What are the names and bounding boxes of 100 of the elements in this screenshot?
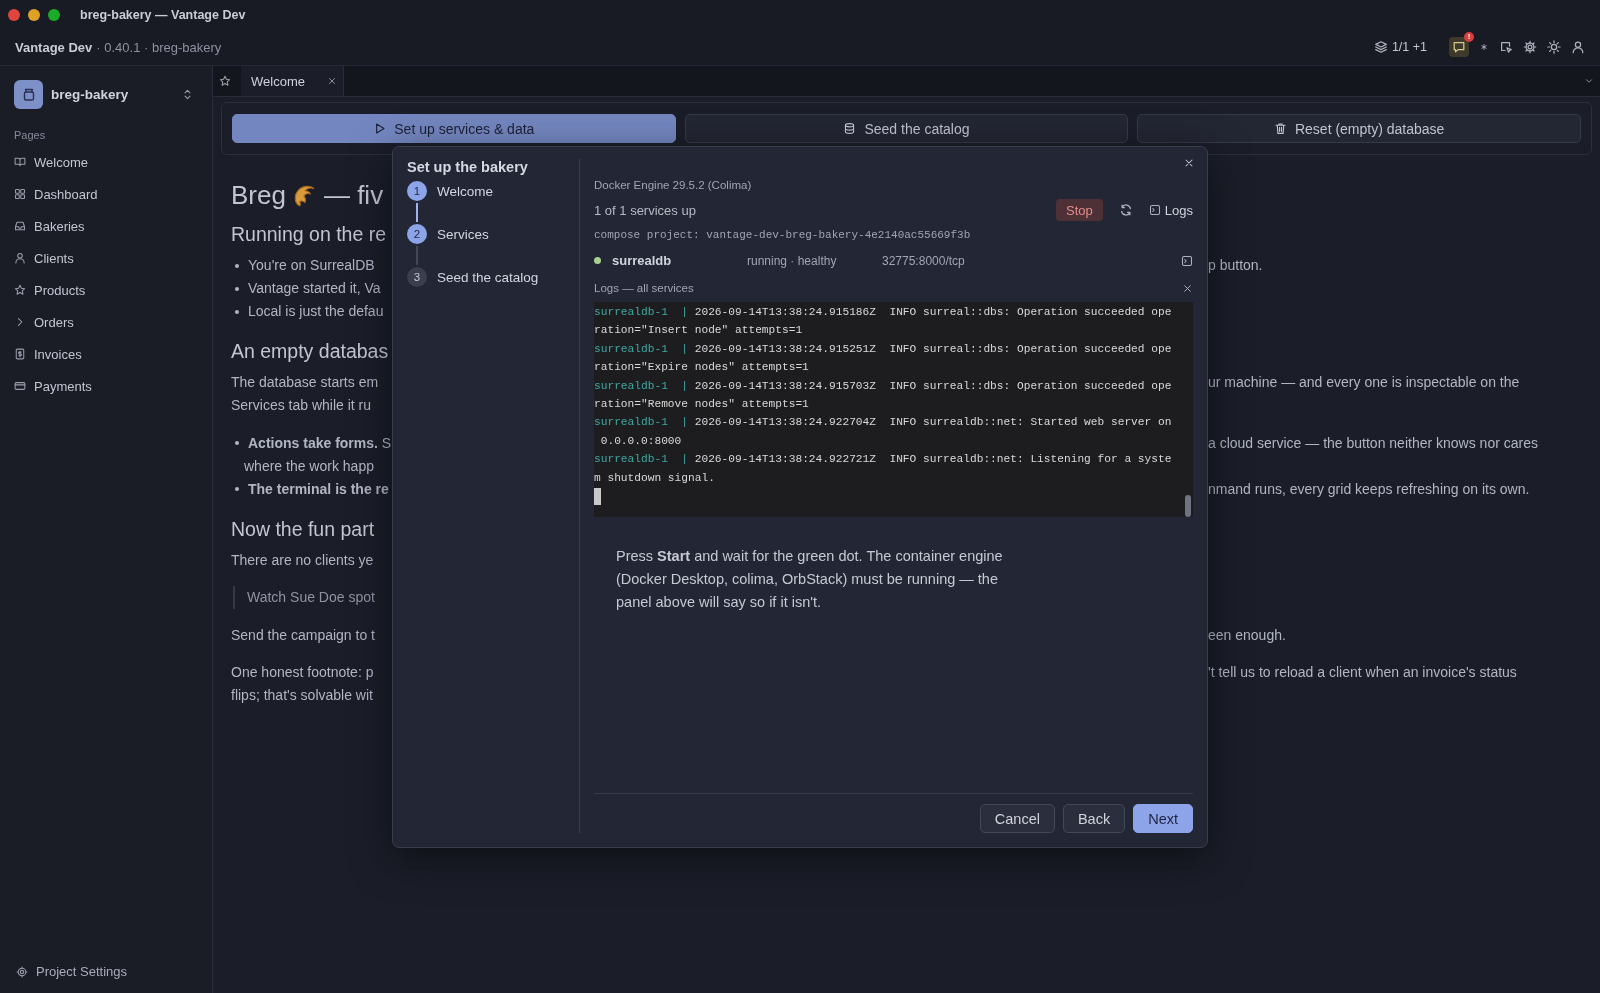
sidebar-item[interactable]: Welcome [14, 146, 198, 178]
scrollbar-thumb[interactable] [1185, 495, 1191, 517]
body-text: Now the fun part [231, 516, 375, 542]
app-version: · 0.40.1 · breg-bakery [96, 39, 222, 55]
dialog-title: Set up the bakery [407, 159, 528, 175]
body-text: flips; that's solvable wit [231, 686, 373, 705]
dialog-button[interactable]: Cancel [979, 804, 1055, 833]
log-message: 2026-09-14T13:38:24.915703Z INFO surreal::dbs: Operation succeeded ope [694, 379, 1172, 392]
sidebar-item[interactable]: Orders [14, 306, 198, 338]
log-message: ration="Remove nodes" attempts=1 [594, 398, 809, 411]
body-text: There are no clients ye [231, 550, 374, 570]
log-message: 2026-09-14T13:38:24.915186Z INFO surreal::dbs: Operation succeeded ope [694, 306, 1172, 318]
body-text: Services tab while it ru [231, 396, 372, 415]
service-ports: 32775:8000/tcp [882, 253, 965, 268]
star-icon[interactable] [219, 75, 231, 87]
user-icon[interactable] [1571, 40, 1585, 54]
chat-icon [1452, 40, 1466, 54]
close-icon[interactable] [327, 76, 337, 86]
bullet-icon [235, 286, 239, 291]
body-text: You're on SurrealDB [248, 256, 375, 275]
dialog-button[interactable]: Back [1062, 804, 1126, 833]
database-icon [843, 122, 857, 135]
compose-project: compose project: vantage-dev-breg-bakery-4e2140ac55669f3b [594, 229, 972, 241]
book-icon [14, 156, 26, 168]
sidebar-item[interactable]: Clients [14, 242, 198, 274]
step-item[interactable]: 1 Welcome [407, 181, 494, 201]
close-icon[interactable] [1182, 282, 1193, 294]
body-text: p button. [1208, 256, 1264, 275]
bullet-icon [235, 263, 239, 268]
service-status: running · healthy [747, 253, 838, 268]
card-icon [14, 380, 26, 392]
services-summary: 1 of 1 services up [594, 202, 696, 218]
log-message: 2026-09-14T13:38:24.915251Z INFO surreal::dbs: Operation succeeded ope [694, 342, 1172, 355]
body-text: Running on the re [231, 222, 387, 247]
chat-button[interactable] [1449, 37, 1469, 57]
service-name: surrealdb [612, 253, 673, 268]
body-text: The database starts em [231, 373, 379, 392]
grid-icon [14, 188, 26, 200]
logs-button[interactable]: Logs [1148, 202, 1193, 218]
tab[interactable]: Welcome [241, 66, 344, 96]
close-icon[interactable] [1183, 157, 1195, 169]
refresh-icon[interactable] [1118, 203, 1133, 217]
layers-count[interactable]: 1/1 +1 [1391, 40, 1427, 54]
step-connector [416, 203, 418, 222]
chevron-down-icon[interactable] [1584, 76, 1594, 86]
sidebar-item[interactable]: Invoices [14, 338, 198, 370]
body-text: Send the campaign to t [231, 625, 375, 645]
step-number: 2 [407, 224, 427, 244]
sidebar-item[interactable]: Products [14, 274, 198, 306]
document-icon [14, 348, 26, 360]
bullet-icon [235, 441, 239, 445]
layers-icon[interactable] [1373, 40, 1388, 54]
app-name: Vantage Dev [15, 39, 93, 55]
cursor-box-icon[interactable] [1499, 40, 1513, 54]
body-text: where the work happ [244, 456, 374, 476]
log-service: surrealdb-1 | [594, 342, 689, 355]
body-text: One honest footnote: p [231, 663, 374, 682]
settings-icon [16, 965, 28, 978]
log-message: ration="Expire nodes" attempts=1 [594, 361, 809, 374]
log-message: 0.0.0.0:8000 [599, 434, 682, 447]
project-settings-link[interactable]: Project Settings [14, 964, 198, 979]
page-title: — fiv [323, 179, 384, 212]
log-service: surrealdb-1 | [594, 379, 689, 392]
logs-title: Logs — all services [594, 282, 694, 294]
log-service: surrealdb-1 | [594, 306, 689, 318]
terminal-icon[interactable] [1181, 254, 1193, 267]
action-button[interactable]: Set up services & data [232, 114, 676, 143]
zoom-window-button[interactable] [48, 8, 60, 21]
sidebar-item[interactable]: Dashboard [14, 178, 198, 210]
sun-icon[interactable] [1547, 40, 1561, 54]
body-text: Vantage started it, Va [248, 279, 381, 298]
notification-badge: ! [1464, 32, 1474, 42]
log-message: 2026-09-14T13:38:24.922704Z INFO surrealdb::net: Started web server on [694, 416, 1172, 429]
dialog-button[interactable]: Next [1133, 804, 1193, 833]
window-title: breg-bakery — Vantage Dev [80, 7, 246, 22]
step-number: 3 [407, 267, 427, 287]
project-switcher[interactable]: breg-bakery [14, 79, 198, 109]
minimize-window-button[interactable] [28, 8, 40, 21]
body-text: An empty databas [231, 339, 389, 364]
step-item[interactable]: 2 Services [407, 224, 489, 244]
person-icon [14, 252, 26, 264]
sidebar-item[interactable]: Payments [14, 370, 198, 402]
log-service: surrealdb-1 | [594, 453, 689, 466]
close-window-button[interactable] [8, 8, 20, 21]
action-button[interactable]: Seed the catalog [684, 114, 1129, 143]
text-cursor [594, 488, 601, 506]
bullet-icon [235, 487, 239, 491]
settings-icon[interactable] [1523, 40, 1537, 54]
star-icon [14, 284, 26, 296]
body-text: 't tell us to reload a client when an invoice's status [1208, 663, 1518, 682]
action-button[interactable]: Reset (empty) database [1137, 114, 1581, 143]
body-text: a cloud service — the button neither knows nor cares [1208, 433, 1539, 453]
sidebar-item[interactable]: Bakeries [14, 210, 198, 242]
asterisk-icon[interactable] [1479, 42, 1489, 52]
log-message: 2026-09-14T13:38:24.922721Z INFO surrealdb::net: Listening for a syste [694, 453, 1172, 466]
bullet-icon [235, 309, 239, 314]
stop-button[interactable]: Stop [1056, 199, 1103, 221]
body-text: een enough. [1208, 625, 1287, 645]
step-item[interactable]: 3 Seed the catalog [407, 267, 539, 287]
log-message: ration="Insert node" attempts=1 [594, 324, 803, 337]
